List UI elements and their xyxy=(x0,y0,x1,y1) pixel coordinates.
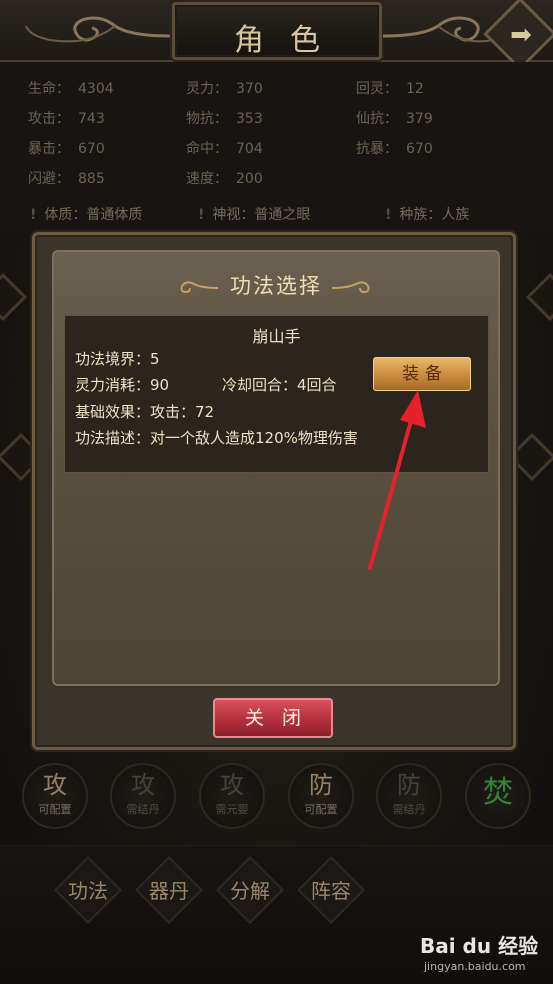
skill-mana-cost: 灵力消耗：90 xyxy=(75,376,170,394)
watermark-logo: Bai du 经验 xyxy=(420,934,539,958)
skill-base-effect: 基础效果：攻击：72 xyxy=(75,403,215,421)
dialog-title: 功法选择 xyxy=(230,274,322,298)
skill-realm: 功法境界：5 xyxy=(75,350,160,368)
header-bar: 角色 ➡ xyxy=(0,0,553,71)
close-button[interactable]: 关闭 xyxy=(213,698,333,738)
right-arrow-icon: ➡ xyxy=(510,20,532,50)
skill-cooldown: 冷却回合：4回合 xyxy=(222,376,337,394)
annotation-arrow-icon xyxy=(368,390,426,570)
skill-name: 崩山手 xyxy=(252,327,301,346)
title-plate: 角色 xyxy=(172,2,382,60)
watermark-url: jingyan.baidu.com xyxy=(424,960,526,973)
page-title: 角色 xyxy=(234,23,346,58)
swirl-ornament-icon xyxy=(332,281,370,294)
skill-description: 功法描述：对一个敌人造成120%物理伤害 xyxy=(75,429,358,447)
cloud-ornament-left-icon xyxy=(25,16,170,43)
watermark: Bai du 经验 jingyan.baidu.com xyxy=(420,930,550,978)
